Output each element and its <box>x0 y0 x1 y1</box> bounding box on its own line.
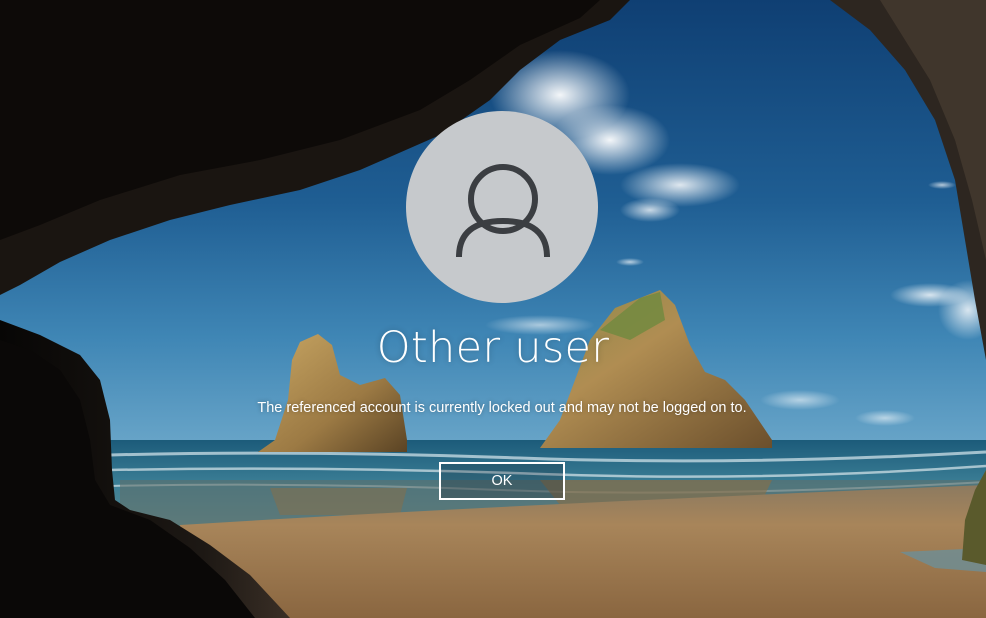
error-message: The referenced account is currently lock… <box>257 400 747 416</box>
ok-button[interactable]: OK <box>439 462 565 500</box>
lock-screen: Other user The referenced account is cur… <box>0 0 986 618</box>
user-name: Other user <box>376 323 610 373</box>
cave-beach-wallpaper <box>0 0 986 618</box>
user-avatar <box>406 111 598 303</box>
user-icon <box>456 164 550 258</box>
